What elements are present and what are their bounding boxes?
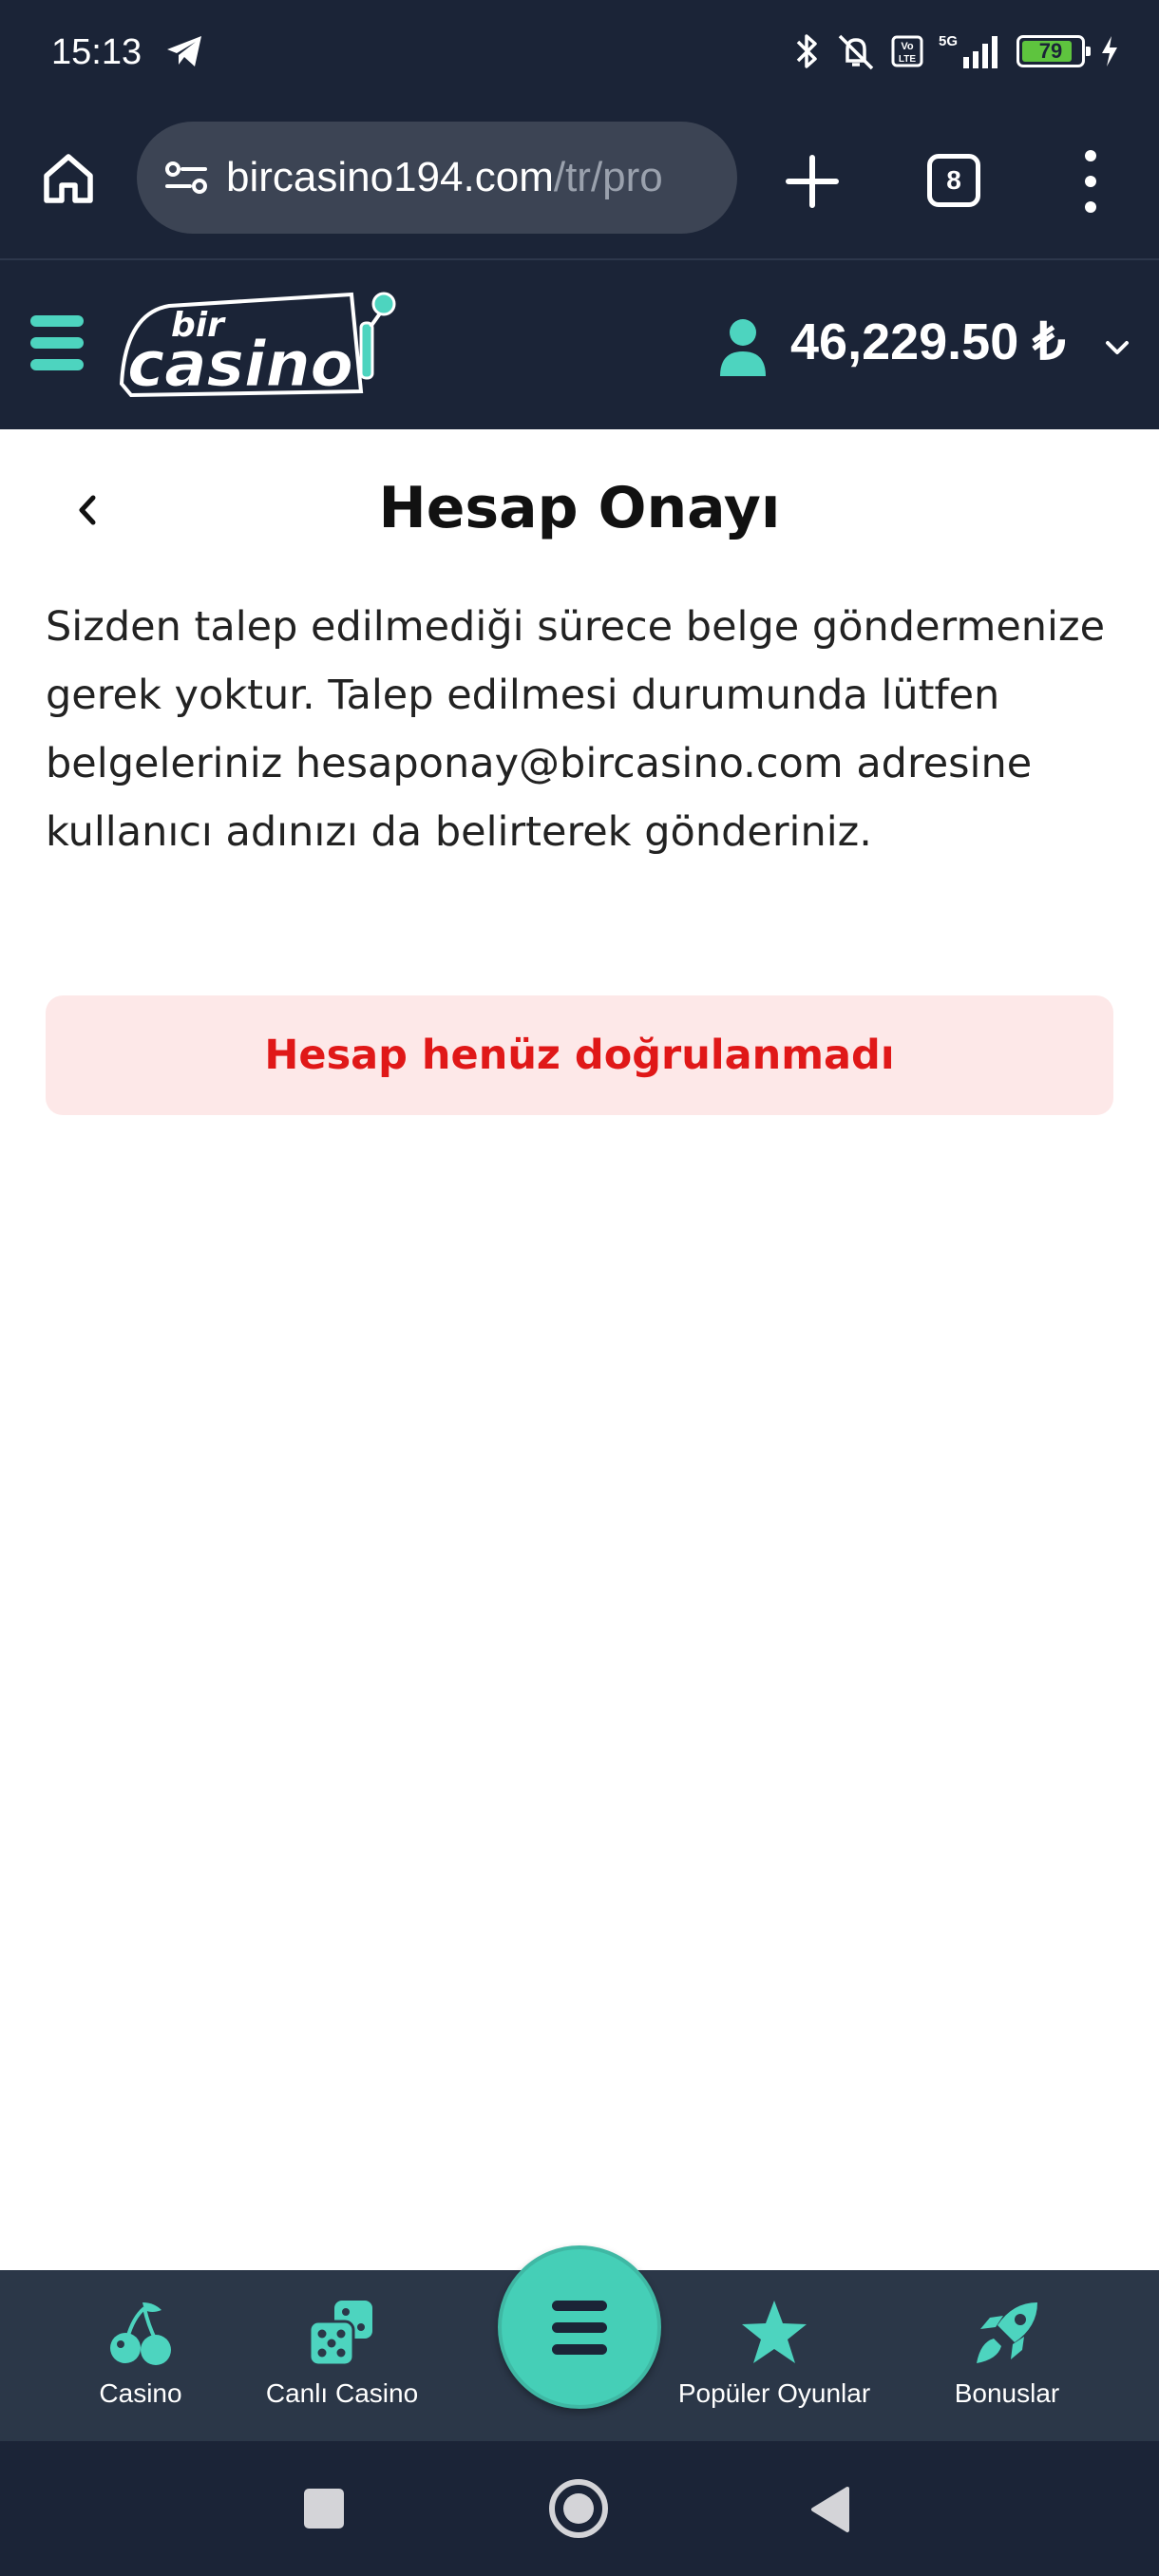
system-navigation-bar [0, 2441, 1159, 2576]
cherry-icon [110, 2302, 171, 2365]
bircasino-logo[interactable]: bir casino [112, 289, 407, 401]
svg-text:LTE: LTE [899, 54, 916, 65]
status-icons: Vo LTE 5G 79 [792, 32, 1121, 70]
url-host: bircasino194.com [226, 154, 554, 200]
nav-item-live-casino[interactable]: Canlı Casino [256, 2297, 428, 2409]
nav-item-popular-games[interactable]: Popüler Oyunlar [665, 2297, 884, 2409]
battery-icon: 79 [1016, 35, 1091, 67]
site-header: bir casino 46,229.50 ₺ [0, 260, 1159, 429]
new-tab-icon[interactable] [779, 148, 846, 215]
menu-hamburger-icon[interactable] [30, 315, 84, 370]
browser-toolbar: bircasino194.com/tr/pro 8 [0, 112, 1159, 260]
charging-icon [1102, 36, 1117, 66]
bluetooth-icon [796, 34, 817, 68]
verification-info-text: Sizden talep edilmediği sürece belge gön… [46, 603, 1106, 856]
nav-item-casino[interactable]: Casino [84, 2297, 198, 2409]
nav-label-casino: Casino [99, 2378, 182, 2408]
verification-status-alert: Hesap henüz doğrulanmadı [46, 995, 1113, 1115]
nav-item-bonuses[interactable]: Bonuslar [940, 2297, 1074, 2409]
mute-vibrate-icon [838, 34, 874, 70]
chevron-down-icon[interactable] [1102, 332, 1132, 363]
battery-level: 79 [1038, 39, 1063, 63]
telegram-icon [167, 36, 201, 66]
page-title: Hesap Onayı [378, 475, 781, 541]
svg-text:Vo: Vo [901, 41, 914, 52]
star-icon [742, 2301, 807, 2363]
account-balance[interactable]: 46,229.50 ₺ [790, 312, 1066, 371]
home-icon [44, 154, 93, 203]
svg-text:5G: 5G [939, 33, 958, 49]
url-text: bircasino194.com/tr/pro [226, 154, 663, 201]
dice-icon [308, 2301, 372, 2367]
user-icon[interactable] [718, 317, 768, 378]
address-bar[interactable]: bircasino194.com/tr/pro [137, 122, 737, 234]
recent-apps-icon[interactable] [304, 2489, 344, 2529]
signal-5g-icon: 5G [939, 33, 998, 68]
home-button[interactable] [38, 148, 99, 209]
tab-switcher-button[interactable]: 8 [927, 154, 980, 207]
nav-label-popular-games: Popüler Oyunlar [677, 2378, 871, 2408]
back-triangle-icon[interactable] [808, 2485, 851, 2534]
home-circle-icon[interactable] [549, 2479, 608, 2538]
more-options-icon[interactable] [1074, 150, 1108, 213]
menu-fab-button[interactable] [498, 2245, 661, 2409]
site-settings-icon[interactable] [160, 151, 213, 204]
url-path: /tr/pro [553, 154, 663, 200]
logo-casino: casino [127, 328, 353, 401]
status-time: 15:13 [51, 32, 142, 72]
nav-label-live-casino: Canlı Casino [265, 2378, 419, 2408]
status-bar: 15:13 Vo LTE 5G 79 [0, 0, 1159, 112]
rocket-icon [977, 2302, 1037, 2363]
volte-icon: Vo LTE [891, 35, 923, 67]
nav-label-bonuses: Bonuslar [954, 2378, 1060, 2408]
